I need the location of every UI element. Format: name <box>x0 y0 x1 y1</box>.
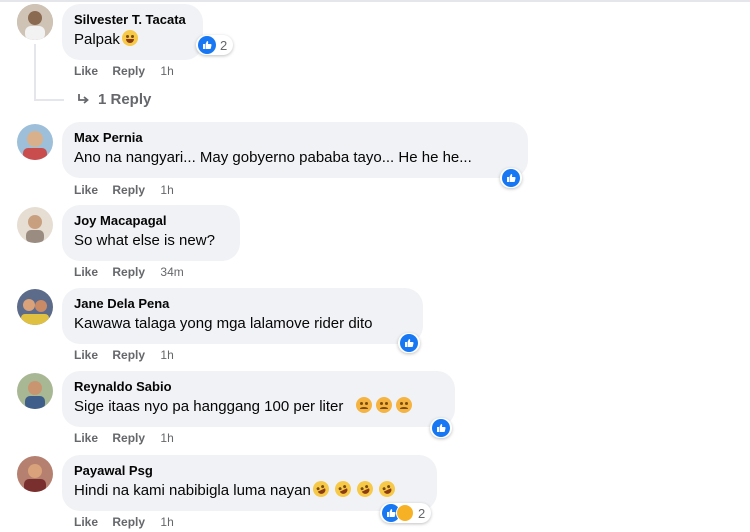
comment-bubble: Max Pernia Ano na nangyari... May gobyer… <box>62 122 528 178</box>
view-replies-label: 1 Reply <box>98 91 152 108</box>
avatar[interactable] <box>17 456 53 492</box>
comment-bubble: Joy Macapagal So what else is new? <box>62 205 240 261</box>
comment-timestamp[interactable]: 1h <box>160 348 173 362</box>
reply-button[interactable]: Reply <box>112 431 145 445</box>
comment-text: Kawawa talaga yong mga lalamove rider di… <box>74 315 373 332</box>
comment-text: So what else is new? <box>74 232 215 249</box>
reaction-summary[interactable]: 2 <box>380 503 432 523</box>
view-replies-link[interactable]: 1 Reply <box>76 91 151 108</box>
comment-timestamp[interactable]: 1h <box>160 64 173 78</box>
reaction-summary[interactable] <box>430 418 452 438</box>
comment-author[interactable]: Max Pernia <box>74 130 516 146</box>
reply-button[interactable]: Reply <box>112 265 145 279</box>
comment-text: Hindi na kami nabibigla luma nayan <box>74 478 425 501</box>
comment-actions: Like Reply 1h <box>74 182 174 198</box>
comment-author[interactable]: Reynaldo Sabio <box>74 379 443 395</box>
frowning-emoji-icon <box>395 397 412 413</box>
reply-button[interactable]: Reply <box>112 515 145 529</box>
comment-timestamp[interactable]: 1h <box>160 183 173 197</box>
top-divider <box>0 0 750 2</box>
like-button[interactable]: Like <box>74 265 98 279</box>
comment-actions: Like Reply 1h <box>74 63 174 79</box>
rofl-emoji-icon <box>354 478 376 500</box>
grinning-emoji-icon <box>121 30 138 46</box>
comment-text: Sige itaas nyo pa hanggang 100 per liter <box>74 397 443 417</box>
avatar[interactable] <box>17 207 53 243</box>
reply-button[interactable]: Reply <box>112 183 145 197</box>
comment-text: Palpak <box>74 30 191 50</box>
avatar[interactable] <box>17 373 53 409</box>
comment-timestamp[interactable]: 34m <box>160 265 183 279</box>
comment-text-content: Hindi na kami nabibigla luma nayan <box>74 482 311 499</box>
like-button[interactable]: Like <box>74 183 98 197</box>
reply-button[interactable]: Reply <box>112 64 145 78</box>
comment-bubble: Reynaldo Sabio Sige itaas nyo pa hanggan… <box>62 371 455 427</box>
thread-line-connector <box>34 99 64 101</box>
like-reaction-icon <box>198 36 216 54</box>
comment-text-content: Palpak <box>74 31 120 48</box>
like-button[interactable]: Like <box>74 431 98 445</box>
avatar[interactable] <box>17 4 53 40</box>
reaction-count: 2 <box>220 37 228 53</box>
comment-author[interactable]: Silvester T. Tacata <box>74 12 191 28</box>
reply-arrow-icon <box>78 93 89 104</box>
rofl-emoji-icon <box>376 478 398 500</box>
like-button[interactable]: Like <box>74 515 98 529</box>
reaction-summary[interactable]: 2 <box>196 35 234 55</box>
comment-actions: Like Reply 1h <box>74 430 174 446</box>
rofl-emoji-icon <box>310 478 332 500</box>
frowning-emoji-icon <box>355 397 372 413</box>
comment-author[interactable]: Jane Dela Pena <box>74 296 411 312</box>
like-reaction-icon <box>432 419 450 437</box>
frowning-emoji-icon <box>375 397 392 413</box>
comment-text: Ano na nangyari... May gobyerno pababa t… <box>74 149 472 166</box>
comment-bubble: Silvester T. Tacata Palpak <box>62 4 203 60</box>
like-button[interactable]: Like <box>74 64 98 78</box>
comment-actions: Like Reply 1h <box>74 514 174 530</box>
like-button[interactable]: Like <box>74 348 98 362</box>
comment-bubble: Payawal Psg Hindi na kami nabibigla luma… <box>62 455 437 511</box>
reaction-summary[interactable] <box>398 333 420 353</box>
comment-timestamp[interactable]: 1h <box>160 515 173 529</box>
rofl-emoji-icon <box>332 478 354 500</box>
comment-bubble: Jane Dela Pena Kawawa talaga yong mga la… <box>62 288 423 344</box>
reaction-summary[interactable] <box>500 168 522 188</box>
comment-actions: Like Reply 34m <box>74 264 184 280</box>
reaction-count: 2 <box>418 505 426 521</box>
haha-reaction-icon <box>396 504 414 522</box>
like-reaction-icon <box>502 169 520 187</box>
reply-button[interactable]: Reply <box>112 348 145 362</box>
comment-timestamp[interactable]: 1h <box>160 431 173 445</box>
avatar[interactable] <box>17 124 53 160</box>
comment-actions: Like Reply 1h <box>74 347 174 363</box>
avatar[interactable] <box>17 289 53 325</box>
comment-author[interactable]: Payawal Psg <box>74 463 425 479</box>
thread-line <box>34 44 36 100</box>
like-reaction-icon <box>400 334 418 352</box>
comment-text-content: Sige itaas nyo pa hanggang 100 per liter <box>74 398 344 415</box>
comment-author[interactable]: Joy Macapagal <box>74 213 228 229</box>
